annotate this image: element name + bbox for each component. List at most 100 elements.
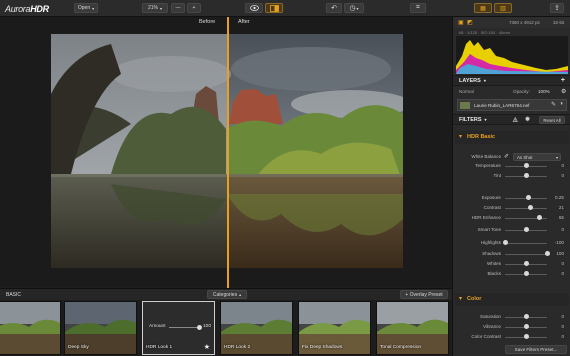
slider-row-highlights: Highlights -100 — [453, 239, 570, 247]
slider-knob[interactable] — [502, 240, 508, 245]
opacity-value[interactable]: 100% — [538, 89, 550, 94]
slider-knob[interactable] — [523, 271, 529, 276]
mask-filter-icon[interactable]: ◬ — [513, 116, 518, 123]
slider-row-smart-tone: Smart Tone 0 — [453, 226, 570, 234]
slider-value[interactable]: 65 — [550, 215, 564, 220]
slider-track[interactable] — [505, 207, 547, 209]
clipping-toggle-icon[interactable]: ◩ — [467, 19, 473, 26]
crop-button[interactable]: ⌗ — [410, 3, 426, 13]
layers-header[interactable]: LAYERS ▾ + — [453, 75, 570, 86]
slider-track[interactable] — [505, 253, 547, 255]
slider-value[interactable]: 0 — [550, 163, 564, 168]
slider-knob[interactable] — [544, 251, 550, 256]
slider-value[interactable]: 0 — [550, 227, 564, 232]
zoom-in-button[interactable]: + — [187, 3, 201, 13]
slider-value[interactable]: 0 — [550, 271, 564, 276]
slider-row-whites: Whites 0 — [453, 260, 570, 268]
preset-thumb-deep-sky[interactable]: Deep Sky — [64, 301, 137, 355]
slider-value[interactable]: 0 — [550, 334, 564, 339]
brush-icon[interactable]: ✎ — [551, 101, 556, 108]
slider-row-contrast: Contrast 21 — [453, 204, 570, 212]
reset-all-button[interactable]: Reset All — [539, 116, 565, 124]
slider-knob[interactable] — [523, 324, 529, 329]
preview-eye-button[interactable] — [245, 3, 263, 13]
slider-knob[interactable] — [536, 215, 542, 220]
preset-thumb[interactable] — [0, 301, 61, 355]
add-layer-icon[interactable]: + — [561, 77, 565, 84]
slider-knob[interactable] — [523, 163, 529, 168]
slider-knob[interactable] — [523, 261, 529, 266]
preset-caption: HDR Look 2 — [224, 345, 251, 350]
slider-track[interactable] — [505, 242, 547, 244]
slider-knob[interactable] — [523, 227, 529, 232]
blend-mode[interactable]: Normal — [459, 89, 474, 94]
top-toolbar: Aurora HDR Open ▾ 21% ▾ — + ↶ ◷ ▾ ⌗ ▦ ▥ ⇪ — [0, 0, 570, 17]
slider-row-blacks: Blacks 0 — [453, 270, 570, 278]
color-header[interactable]: ▾ Color — [455, 293, 569, 306]
categories-button[interactable]: Categories ▴ — [207, 290, 247, 299]
amount-value: 100 — [203, 324, 212, 329]
toggle-filmstrip-button[interactable]: ▦ — [474, 3, 492, 13]
slider-knob[interactable] — [527, 205, 533, 210]
settings-icon[interactable]: ✹ — [525, 116, 530, 123]
toggle-panel-button[interactable]: ▥ — [494, 3, 512, 13]
filters-header[interactable]: FILTERS ▾ ◬ ✹ Reset All — [453, 114, 570, 125]
zoom-in-label: + — [192, 5, 196, 11]
mask-icon[interactable]: ◑ — [559, 101, 563, 107]
save-preset-label: Save Filters Preset... — [514, 347, 558, 352]
preset-thumb-tonal-compression[interactable]: Tonal Compression — [376, 301, 449, 355]
slider-label: Temperature — [475, 163, 501, 168]
slider-knob[interactable] — [523, 314, 529, 319]
app-name-hdr: HDR — [30, 3, 49, 14]
slider-label: HDR Enhance — [471, 215, 501, 220]
collapse-icon: ▾ — [459, 134, 463, 140]
hdr-basic-header[interactable]: ▾ HDR Basic — [455, 131, 569, 144]
overlay-preset-button[interactable]: + Overlay Preset — [400, 290, 448, 299]
slider-value[interactable]: 21 — [550, 205, 564, 210]
filmstrip-icon: ▦ — [480, 5, 486, 12]
undo-button[interactable]: ↶ — [326, 3, 342, 13]
overlay-preset-label: + Overlay Preset — [405, 291, 443, 298]
gear-icon[interactable]: ⚙ — [561, 88, 566, 95]
preset-thumb-hdr-look-2[interactable]: HDR Look 2 — [220, 301, 293, 355]
amount-slider-knob[interactable] — [197, 325, 202, 330]
eyedropper-icon[interactable]: ✐ — [504, 153, 509, 160]
share-button[interactable]: ⇪ — [550, 3, 564, 13]
slider-value[interactable]: 0 — [550, 173, 564, 178]
slider-value[interactable]: 100 — [550, 251, 564, 256]
before-after-divider[interactable] — [227, 17, 229, 288]
slider-knob[interactable] — [525, 195, 531, 200]
open-button[interactable]: Open ▾ — [74, 3, 98, 13]
preset-category-label: BASIC — [6, 292, 22, 298]
slider-value[interactable]: 0 — [550, 314, 564, 319]
preset-thumb-fix-deep-shadows[interactable]: Fix Deep Shadows — [298, 301, 371, 355]
star-icon[interactable]: ★ — [204, 343, 210, 351]
history-button[interactable]: ◷ ▾ — [344, 3, 364, 13]
preset-preview-image — [0, 302, 60, 354]
histogram — [456, 36, 568, 74]
amount-label: Amount — [149, 324, 166, 329]
preset-thumb-hdr-look-1[interactable]: Amount 100 HDR Look 1 ★ — [142, 301, 215, 355]
layer-thumbnail — [460, 102, 470, 109]
chevron-down-icon: ▾ — [484, 117, 487, 122]
reset-all-label: Reset All — [543, 117, 561, 123]
slider-row-color-contrast: Color Contrast 0 — [453, 333, 570, 341]
layers-title: LAYERS — [459, 77, 481, 84]
compare-split-button[interactable] — [265, 3, 283, 13]
slider-knob[interactable] — [523, 334, 529, 339]
amount-slider-track[interactable] — [169, 327, 199, 328]
zoom-dropdown[interactable]: 21% ▾ — [142, 3, 168, 13]
white-balance-dropdown[interactable]: As Shot ▾ — [513, 153, 561, 161]
layer-row[interactable]: Laurie Rubin_LAR6764.nef ✎ ◑ — [457, 99, 567, 111]
histogram-toggle-icon[interactable]: ▣ — [458, 19, 464, 26]
slider-value[interactable]: 0.25 — [550, 195, 564, 200]
bit-depth: 32-bit — [553, 20, 565, 25]
slider-value[interactable]: 0 — [550, 261, 564, 266]
slider-knob[interactable] — [523, 173, 529, 178]
save-filters-preset-button[interactable]: Save Filters Preset... — [505, 345, 567, 354]
chevron-down-icon: ▾ — [92, 5, 95, 11]
slider-value[interactable]: -100 — [550, 240, 564, 245]
slider-value[interactable]: 0 — [550, 324, 564, 329]
zoom-out-button[interactable]: — — [171, 3, 185, 13]
app-logo: Aurora HDR — [5, 3, 49, 14]
